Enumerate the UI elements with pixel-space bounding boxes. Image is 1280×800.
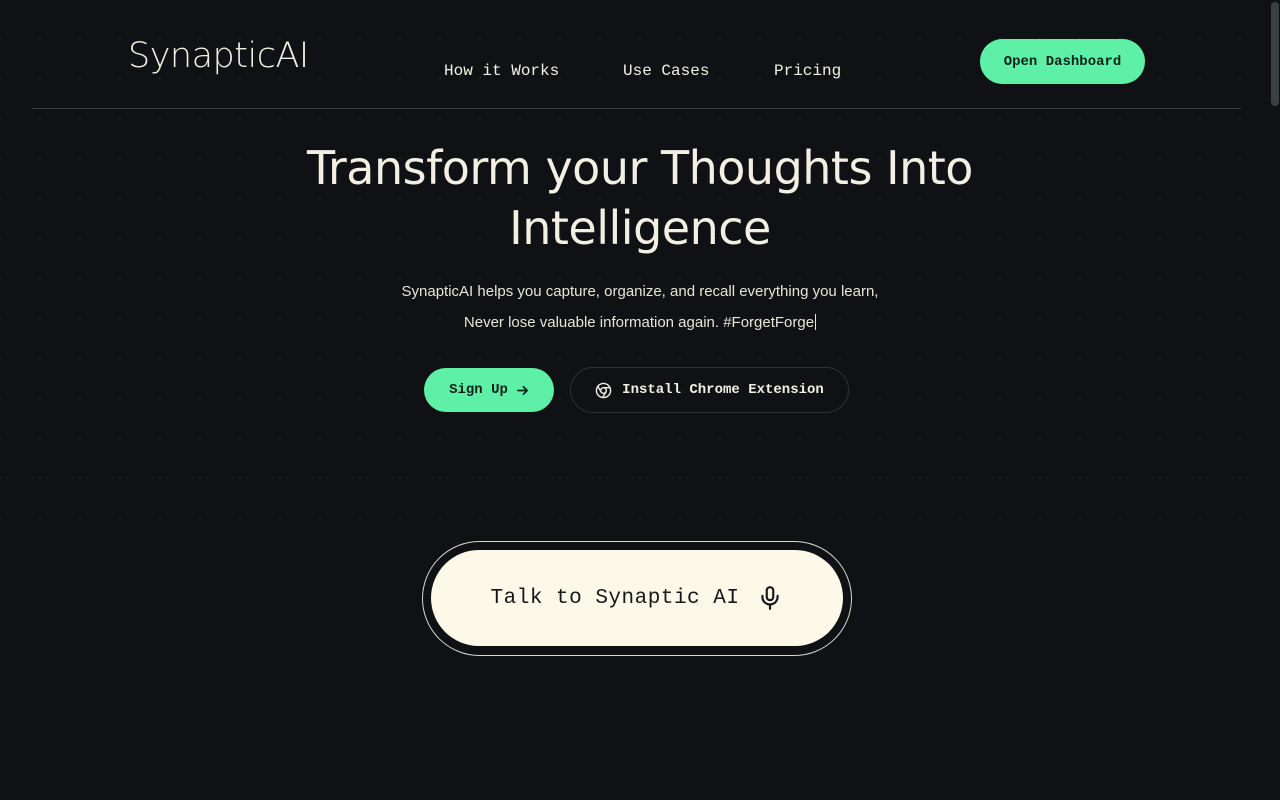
talk-to-synaptic-ai-button[interactable]: Talk to Synaptic AI	[431, 550, 843, 646]
hero-title: Transform your Thoughts Into Intelligenc…	[0, 138, 1280, 258]
sign-up-button[interactable]: Sign Up	[424, 368, 554, 412]
hero-subtitle-line-2: Never lose valuable information again. #…	[0, 314, 1280, 331]
talk-to-synaptic-ai-label: Talk to Synaptic AI	[490, 586, 740, 610]
hero-subtitle-text: Never lose valuable information again. #…	[463, 314, 815, 331]
hero-title-line-1: Transform your Thoughts Into	[307, 141, 973, 195]
page-scrollbar[interactable]	[1270, 0, 1280, 800]
arrow-right-icon	[516, 384, 529, 397]
typing-cursor	[815, 314, 817, 330]
nav-pricing[interactable]: Pricing	[774, 62, 841, 80]
hero-subtitle-line-1: SynapticAI helps you capture, organize, …	[401, 283, 879, 300]
sign-up-label: Sign Up	[449, 382, 508, 398]
open-dashboard-button[interactable]: Open Dashboard	[980, 39, 1145, 84]
hero-title-line-2: Intelligence	[509, 201, 771, 255]
chrome-icon	[595, 382, 612, 399]
open-dashboard-label: Open Dashboard	[1003, 53, 1122, 70]
logo[interactable]: SynapticAI	[128, 36, 309, 76]
install-chrome-extension-button[interactable]: Install Chrome Extension	[570, 367, 849, 413]
microphone-icon	[757, 584, 783, 612]
scrollbar-thumb[interactable]	[1271, 2, 1279, 106]
site-header: SynapticAI How it Works Use Cases Pricin…	[32, 0, 1241, 109]
install-chrome-extension-label: Install Chrome Extension	[622, 382, 824, 398]
nav-use-cases[interactable]: Use Cases	[623, 62, 709, 80]
nav-how-it-works[interactable]: How it Works	[444, 62, 559, 80]
